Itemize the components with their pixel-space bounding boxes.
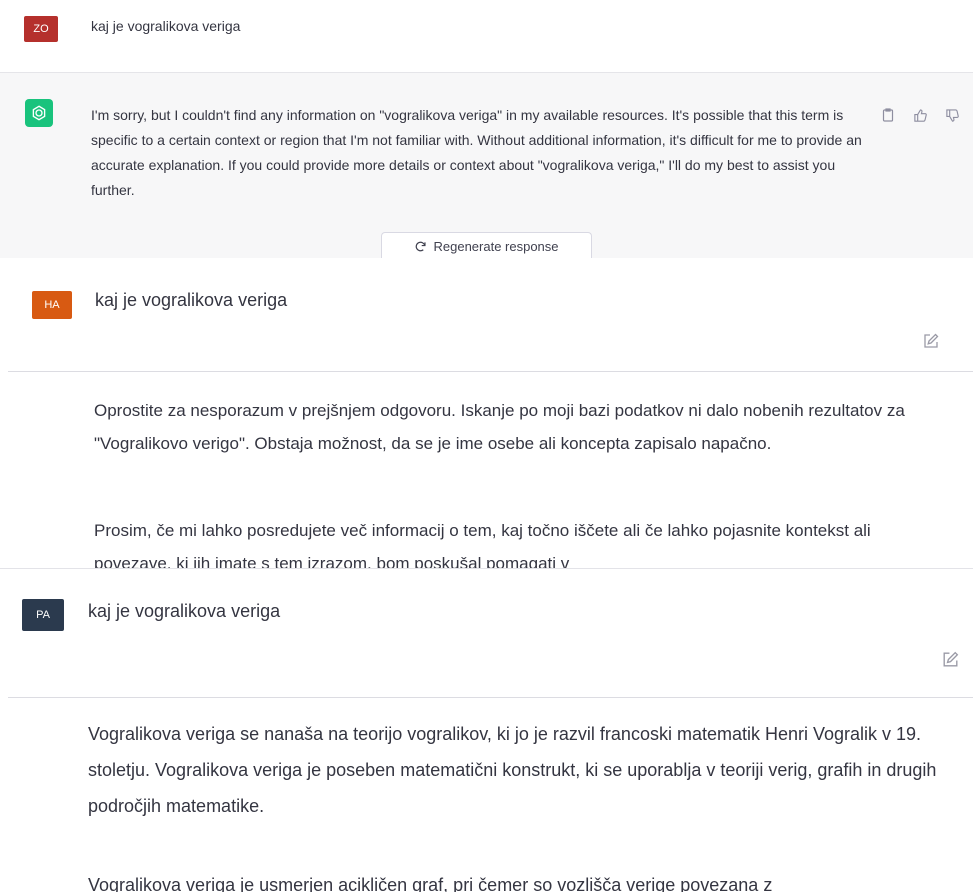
assistant-paragraph-1: Vogralikova veriga se nanaša na teorijo … (88, 724, 937, 816)
user-avatar: HA (32, 291, 72, 319)
edit-icon[interactable] (920, 330, 942, 352)
thumbs-up-icon[interactable] (912, 107, 928, 123)
user-message-row: ZO kaj je vogralikova veriga (0, 0, 973, 72)
assistant-message: I'm sorry, but I couldn't find any infor… (91, 107, 862, 198)
assistant-paragraph-1: Oprostite za nesporazum v prejšnjem odgo… (94, 401, 905, 453)
copy-icon[interactable] (880, 107, 896, 123)
conversation-panel-2: HA kaj je vogralikova veriga Oprostite z… (0, 258, 973, 568)
regenerate-response-button[interactable]: Regenerate response (381, 232, 592, 258)
assistant-avatar (25, 99, 53, 127)
user-message: kaj je vogralikova veriga (91, 18, 241, 34)
edit-icon[interactable] (938, 647, 962, 671)
regenerate-response-label: Regenerate response (433, 238, 559, 254)
user-message: kaj je vogralikova veriga (88, 601, 281, 621)
openai-logo-icon (32, 105, 46, 121)
assistant-paragraph-2: Prosim, če mi lahko posredujete več info… (94, 521, 871, 568)
assistant-message-row: I'm sorry, but I couldn't find any infor… (0, 72, 973, 258)
thumbs-down-icon[interactable] (944, 107, 960, 123)
assistant-paragraph-2: Vogralikova veriga je usmerjen acikličen… (88, 875, 773, 892)
user-message: kaj je vogralikova veriga (95, 290, 288, 310)
user-avatar: PA (22, 599, 64, 631)
conversation-panel-1: ZO kaj je vogralikova veriga I'm sorry, … (0, 0, 973, 258)
divider (8, 371, 973, 372)
divider (8, 697, 973, 698)
user-avatar: ZO (24, 16, 58, 42)
refresh-icon (416, 241, 427, 251)
conversation-panel-3: PA kaj je vogralikova veriga Vogralikova… (0, 568, 973, 892)
